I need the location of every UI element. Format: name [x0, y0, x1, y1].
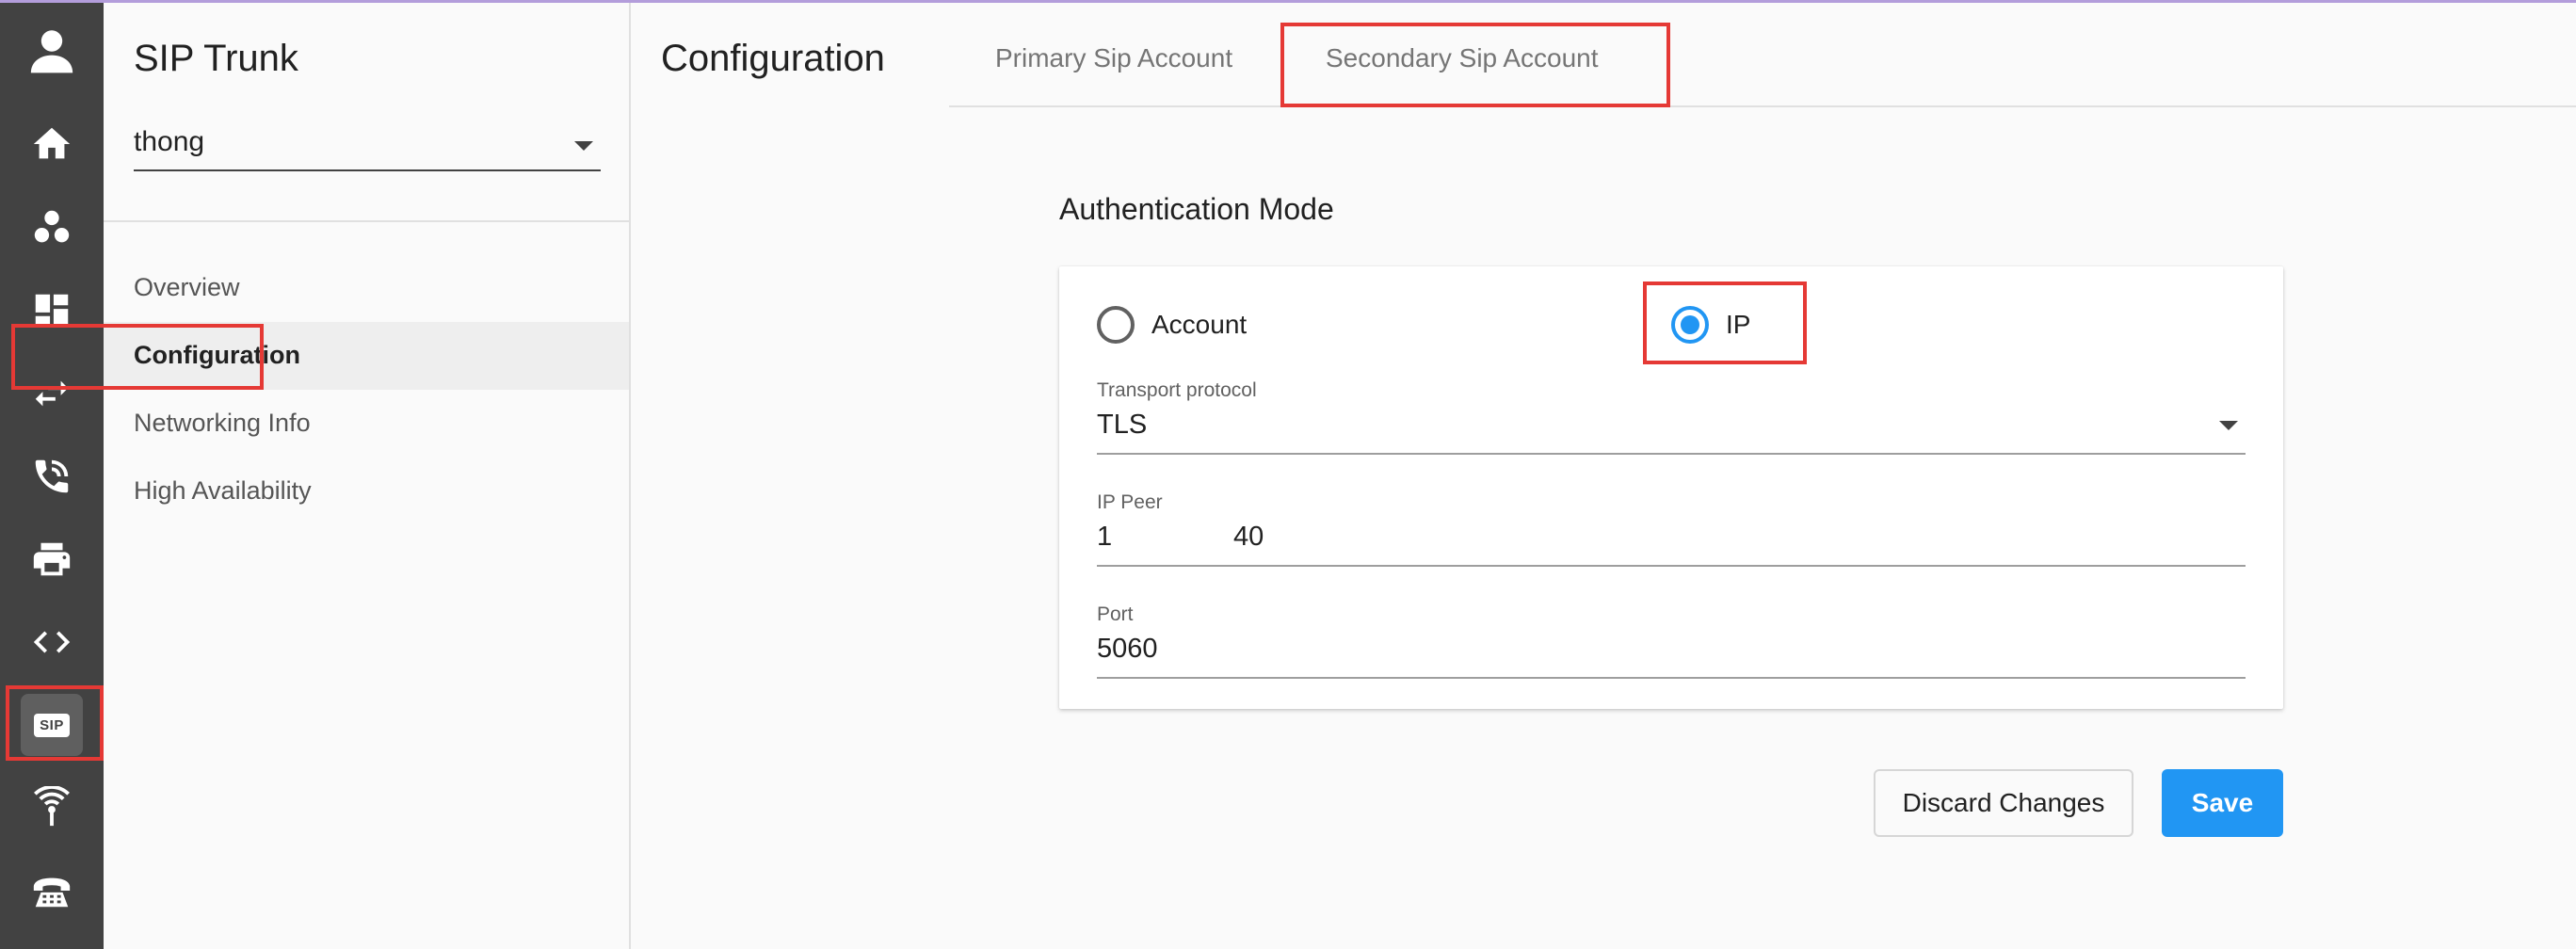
app-icon-rail: SIP: [0, 0, 104, 949]
tab-primary-sip-account[interactable]: Primary Sip Account: [995, 43, 1232, 73]
field-label: Port: [1097, 603, 1134, 625]
user-avatar-icon[interactable]: [0, 13, 104, 88]
field-value: 1 40: [1097, 522, 1264, 552]
ip-peer-field[interactable]: IP Peer 1 40: [1097, 491, 2246, 567]
transport-protocol-select[interactable]: Transport protocol TLS: [1097, 379, 2246, 455]
field-label: IP Peer: [1097, 491, 1163, 513]
ip-option-highlight-box: [1643, 281, 1807, 364]
field-value: TLS: [1097, 410, 1148, 440]
sidebar-title: SIP Trunk: [134, 38, 298, 79]
radio-label: Account: [1151, 310, 1248, 339]
discard-changes-button[interactable]: Discard Changes: [1874, 769, 2133, 837]
desk-phone-icon[interactable]: [0, 853, 104, 928]
sidebar-item-networking-info[interactable]: Networking Info: [104, 390, 629, 458]
phone-forward-icon[interactable]: [0, 439, 104, 514]
sidebar-item-label: Networking Info: [134, 409, 311, 437]
trunk-select[interactable]: thong: [134, 121, 601, 171]
field-value: 5060: [1097, 634, 1158, 664]
home-icon[interactable]: [0, 106, 104, 182]
sidebar-divider: [104, 220, 629, 222]
chevron-down-icon: [574, 141, 593, 151]
sidebar-item-label: High Availability: [134, 476, 312, 505]
radio-button[interactable]: [1097, 306, 1135, 344]
field-label: Transport protocol: [1097, 379, 1257, 401]
groups-icon[interactable]: [0, 190, 104, 265]
chevron-down-icon: [2219, 421, 2238, 430]
secondary-tab-highlight-box: [1280, 23, 1670, 107]
code-icon[interactable]: [0, 604, 104, 680]
printer-icon[interactable]: [0, 522, 104, 597]
top-accent-line: [0, 0, 2576, 3]
authentication-mode-title: Authentication Mode: [1059, 192, 1334, 226]
sidebar-item-high-availability[interactable]: High Availability: [104, 458, 629, 525]
sidebar-item-label: Overview: [134, 273, 240, 301]
radio-account[interactable]: Account: [1097, 304, 1247, 346]
antenna-icon[interactable]: [0, 770, 104, 845]
configuration-highlight-box: [11, 324, 264, 390]
save-button[interactable]: Save: [2162, 769, 2283, 837]
port-field[interactable]: Port 5060: [1097, 603, 2246, 679]
sip-icon-highlight-box: [6, 685, 104, 761]
tabs-underline: [949, 105, 2576, 107]
page-title: Configuration: [661, 38, 885, 79]
trunk-select-value: thong: [134, 126, 205, 157]
sip-trunk-sidebar: SIP Trunk thong Overview Configuration N…: [104, 0, 631, 949]
sidebar-item-overview[interactable]: Overview: [104, 254, 629, 322]
